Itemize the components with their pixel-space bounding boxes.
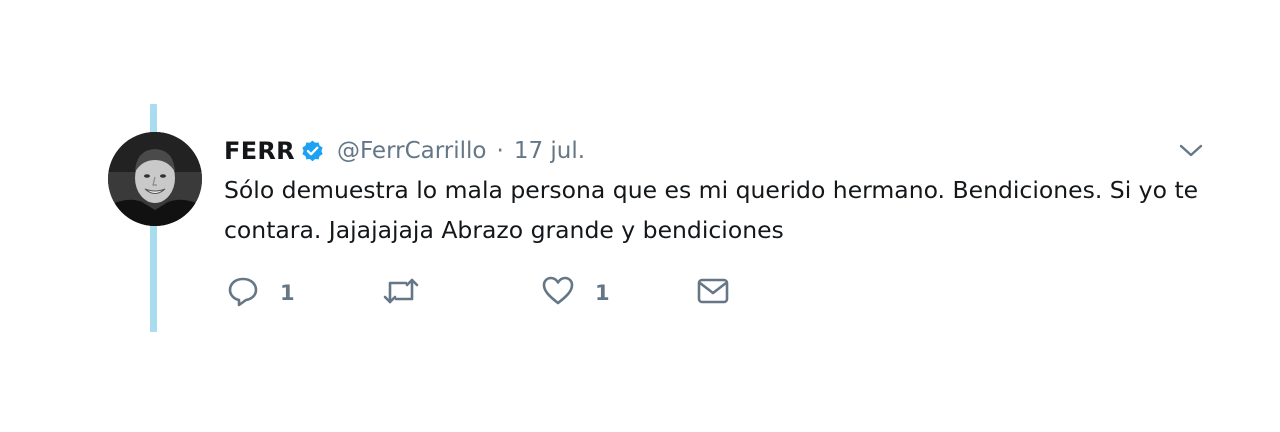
chevron-down-icon[interactable] [1178,140,1204,162]
retweet-icon [382,274,420,312]
reply-button[interactable]: 1 [226,274,295,312]
header-separator: · [496,138,504,164]
like-button[interactable]: 1 [541,274,610,312]
retweet-button[interactable] [382,274,440,312]
like-count: 1 [595,281,610,305]
author-name[interactable]: FERR [224,137,295,165]
envelope-icon [696,274,730,312]
tweet-timestamp[interactable]: 17 jul. [514,138,585,164]
author-handle[interactable]: @FerrCarrillo [337,138,487,164]
direct-message-button[interactable] [696,274,730,312]
tweet-text: Sólo demuestra lo mala persona que es mi… [224,176,1199,244]
reply-icon [226,274,260,312]
reply-count: 1 [280,281,295,305]
verified-badge-icon [300,139,325,164]
avatar-photo [108,132,202,226]
tweet-header: FERR @FerrCarrillo · 17 jul. [224,133,585,169]
avatar[interactable] [108,132,202,226]
heart-icon [541,274,575,312]
